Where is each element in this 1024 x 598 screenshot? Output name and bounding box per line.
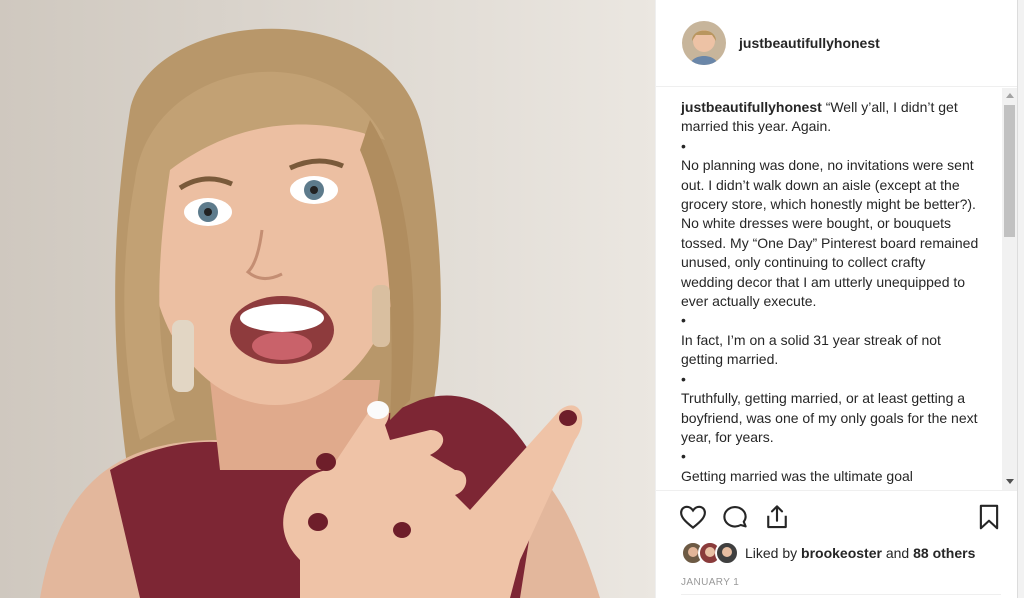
caption-line-2: No planning was done, no invitations wer… xyxy=(681,157,979,310)
post-header: justbeautifullyhonest xyxy=(656,0,1018,87)
caption-bullet: • xyxy=(681,448,686,465)
divider xyxy=(681,594,1001,595)
liker-avatars[interactable] xyxy=(681,541,739,565)
caption-bullet: • xyxy=(681,312,686,329)
selfie-image xyxy=(0,0,655,598)
scrollbar-thumb[interactable] xyxy=(1004,105,1015,237)
avatar[interactable] xyxy=(682,21,726,65)
liked-by-others[interactable]: 88 others xyxy=(913,545,975,561)
window-edge xyxy=(1017,0,1024,598)
scroll-down-arrow-icon[interactable] xyxy=(1006,479,1014,484)
caption-line-4: Truthfully, getting married, or at least… xyxy=(681,390,978,445)
caption-area[interactable]: justbeautifullyhonest “Well y’all, I did… xyxy=(656,88,1018,491)
caption-bullet: • xyxy=(681,137,686,154)
caption-line-5: Getting married was the ultimate goal xyxy=(681,467,913,484)
liked-by-and: and xyxy=(885,545,910,561)
comment-icon[interactable] xyxy=(720,502,752,534)
caption-bullet: • xyxy=(681,370,686,387)
caption-scrollbar[interactable] xyxy=(1002,88,1017,490)
post-photo[interactable] xyxy=(0,0,655,598)
post-side-panel: justbeautifullyhonest justbeautifullyhon… xyxy=(655,0,1018,598)
post-username[interactable]: justbeautifullyhonest xyxy=(739,35,880,51)
post-date[interactable]: JANUARY 1 xyxy=(681,577,739,588)
liked-by-text: Liked by brookeoster and 88 others xyxy=(745,545,975,561)
scroll-up-arrow-icon[interactable] xyxy=(1006,93,1014,98)
likes-row: Liked by brookeoster and 88 others xyxy=(681,540,1011,566)
liked-by-prefix: Liked by xyxy=(745,545,798,561)
caption-line-3: In fact, I’m on a solid 31 year streak o… xyxy=(681,331,941,368)
caption-username[interactable]: justbeautifullyhonest xyxy=(681,99,822,115)
heart-icon[interactable] xyxy=(678,502,710,534)
caption-text: justbeautifullyhonest “Well y’all, I did… xyxy=(681,98,981,486)
action-bar xyxy=(678,500,1008,536)
bookmark-icon[interactable] xyxy=(974,502,1006,534)
liked-by-user[interactable]: brookeoster xyxy=(801,545,882,561)
share-icon[interactable] xyxy=(762,502,794,534)
